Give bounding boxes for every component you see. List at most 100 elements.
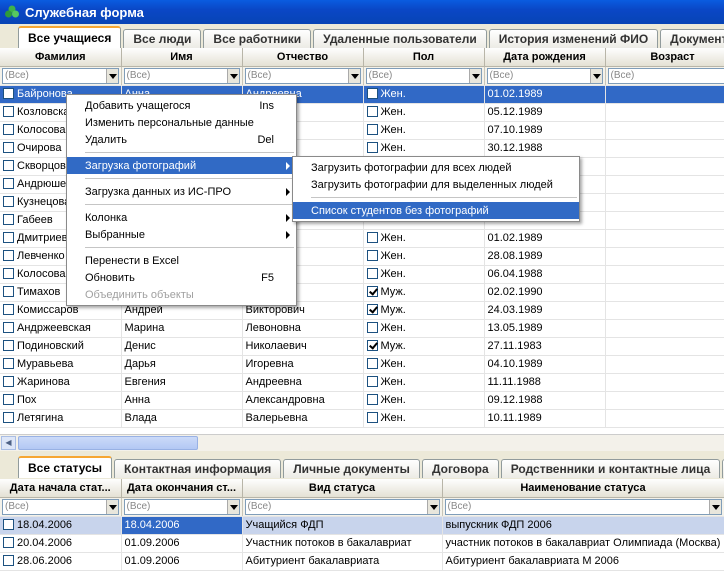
row-checkbox[interactable] [3, 268, 14, 279]
cell-status-end[interactable]: 01.09.2006 [121, 534, 243, 553]
chevron-down-icon[interactable] [226, 499, 239, 514]
row-checkbox[interactable] [3, 286, 14, 297]
cell-sex[interactable]: Жен. [363, 355, 485, 374]
cell-sex[interactable]: Жен. [363, 229, 485, 248]
chevron-down-icon[interactable] [708, 499, 721, 514]
cell-dob[interactable]: 24.03.1989 [484, 301, 606, 320]
row-checkbox[interactable] [3, 322, 14, 333]
cell-sex[interactable]: Жен. [363, 247, 485, 266]
cell-last-name[interactable]: Подиновский [0, 337, 122, 356]
cell-age[interactable]: 21 [605, 283, 724, 302]
filter-status-kind[interactable]: (Все) [244, 498, 440, 515]
col-header-first-name[interactable]: Имя [121, 48, 243, 67]
cell-dob[interactable]: 11.11.1988 [484, 373, 606, 392]
tab-deleted-users[interactable]: Удаленные пользователи [313, 29, 487, 48]
menu-load-from-is-pro[interactable]: Загрузка данных из ИС-ПРО [67, 183, 296, 200]
cell-status-start[interactable]: 18.04.2006 [0, 516, 122, 535]
col-header-status-name[interactable]: Наименование статуса [442, 479, 724, 498]
sex-checkbox[interactable] [366, 232, 378, 243]
submenu-students-without-photos[interactable]: Список студентов без фотографий [293, 202, 579, 219]
cell-first-name[interactable]: Марина [121, 319, 243, 338]
table-row[interactable]: 28.06.2006 01.09.2006 Абитуриент бакалаври… [0, 552, 724, 571]
cell-first-name[interactable]: Дарья [121, 355, 243, 374]
cell-status-start[interactable]: 20.04.2006 [0, 534, 122, 553]
cell-age[interactable]: 23 [605, 157, 724, 176]
sex-checkbox[interactable] [366, 394, 378, 405]
table-row[interactable]: Андржеевская Марина Левоновна Жен. 13.05.198… [0, 319, 724, 338]
sex-checkbox[interactable] [366, 286, 378, 297]
row-checkbox[interactable] [3, 537, 14, 548]
row-checkbox[interactable] [3, 304, 14, 315]
col-header-dob[interactable]: Дата рождения [484, 48, 606, 67]
menu-selected[interactable]: Выбранные [67, 226, 296, 243]
cell-status-kind[interactable]: Учащийся ФДП [242, 516, 443, 535]
filter-middle-name[interactable]: (Все) [244, 67, 361, 84]
cell-dob[interactable]: 10.11.1989 [484, 409, 606, 428]
col-header-status-end[interactable]: Дата окончания ст... [121, 479, 243, 498]
cell-last-name[interactable]: Жаринова [0, 373, 122, 392]
cell-status-name[interactable]: Абитуриент бакалавриата М 2006 [442, 552, 724, 571]
filter-dob[interactable]: (Все) [486, 67, 603, 84]
cell-dob[interactable]: 28.08.1989 [484, 247, 606, 266]
table-row[interactable]: 20.04.2006 01.09.2006 Участник потоков в б… [0, 534, 724, 553]
cell-age[interactable]: 22 [605, 301, 724, 320]
chevron-down-icon[interactable] [426, 499, 439, 514]
sex-checkbox[interactable] [366, 106, 378, 117]
cell-dob[interactable]: 02.02.1990 [484, 283, 606, 302]
submenu-load-all-photos[interactable]: Загрузить фотографии для всех людей [293, 159, 579, 176]
cell-age[interactable]: 22 [605, 139, 724, 158]
cell-sex[interactable]: Муж. [363, 301, 485, 320]
chevron-down-icon[interactable] [468, 68, 481, 83]
chevron-down-icon[interactable] [589, 68, 602, 83]
cell-age[interactable]: 22 [605, 193, 724, 212]
tab-all-people[interactable]: Все люди [123, 29, 202, 48]
cell-sex[interactable]: Жен. [363, 139, 485, 158]
cell-age[interactable]: 22 [605, 319, 724, 338]
cell-age[interactable]: 22 [605, 85, 724, 104]
cell-age[interactable]: 22 [605, 229, 724, 248]
cell-status-kind[interactable]: Участник потоков в бакалавриат [242, 534, 443, 553]
row-checkbox[interactable] [3, 124, 14, 135]
submenu-load-selected-photos[interactable]: Загрузить фотографии для выделенных люде… [293, 176, 579, 193]
horizontal-scrollbar[interactable]: ◀ [0, 434, 724, 451]
cell-status-name[interactable]: выпускник ФДП 2006 [442, 516, 724, 535]
table-row[interactable]: ЛетягинаВладаВалерьевнаЖен.10.11.198921 [0, 409, 724, 428]
tab-relatives[interactable]: Родственники и контактные лица [500, 459, 721, 478]
row-checkbox[interactable] [3, 394, 14, 405]
filter-status-start[interactable]: (Все) [2, 498, 119, 515]
tab-personal-docs[interactable]: Личные документы [283, 459, 420, 478]
cell-sex[interactable]: Муж. [363, 337, 485, 356]
row-checkbox[interactable] [3, 358, 14, 369]
cell-last-name[interactable]: Летягина [0, 409, 122, 428]
tab-all-workers[interactable]: Все работники [203, 29, 312, 48]
row-checkbox[interactable] [3, 160, 14, 171]
filter-first-name[interactable]: (Все) [123, 67, 240, 84]
table-row[interactable]: ЖариноваЕвгенияАндреевнаЖен.11.11.198822 [0, 373, 724, 392]
cell-age[interactable]: 27 [605, 337, 724, 356]
row-checkbox[interactable] [3, 106, 14, 117]
cell-sex[interactable]: Жен. [363, 391, 485, 410]
row-checkbox[interactable] [3, 340, 14, 351]
cell-dob[interactable]: 05.12.1989 [484, 103, 606, 122]
row-checkbox[interactable] [3, 232, 14, 243]
cell-dob[interactable]: 30.12.1988 [484, 139, 606, 158]
scroll-left-icon[interactable]: ◀ [1, 436, 16, 450]
chevron-down-icon[interactable] [105, 68, 118, 83]
row-checkbox[interactable] [3, 250, 14, 261]
col-header-age[interactable]: Возраст [605, 48, 724, 67]
tab-documents[interactable]: Документы о [660, 29, 724, 48]
cell-middle-name[interactable]: Левоновна [242, 319, 364, 338]
tab-all-statuses[interactable]: Все статусы [18, 456, 113, 478]
cell-dob[interactable]: 04.10.1989 [484, 355, 606, 374]
menu-delete[interactable]: Удалить Del [67, 131, 296, 148]
cell-middle-name[interactable]: Валерьевна [242, 409, 364, 428]
cell-age[interactable]: 22 [605, 211, 724, 230]
cell-age[interactable]: 21 [605, 103, 724, 122]
cell-age[interactable]: 23 [605, 265, 724, 284]
filter-age[interactable]: (Все) [607, 67, 724, 84]
cell-sex[interactable]: Жен. [363, 409, 485, 428]
cell-first-name[interactable]: Влада [121, 409, 243, 428]
cell-first-name[interactable]: Евгения [121, 373, 243, 392]
cell-age[interactable]: 21 [605, 355, 724, 374]
cell-sex[interactable]: Жен. [363, 103, 485, 122]
